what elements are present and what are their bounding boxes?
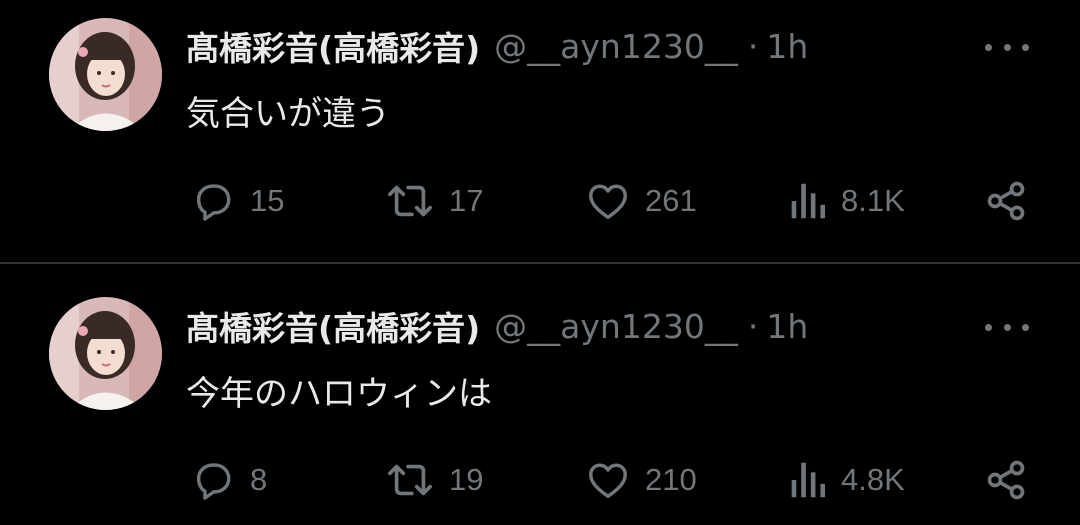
retweet-count: 17 <box>449 183 484 218</box>
author-name[interactable]: 髙橋彩音(高橋彩音) <box>186 22 480 70</box>
avatar[interactable] <box>49 297 162 410</box>
share-icon <box>987 460 1025 500</box>
author-handle[interactable]: @__ayn1230__ <box>494 307 738 346</box>
reply-count: 8 <box>250 462 268 497</box>
share-button[interactable] <box>984 176 1028 226</box>
timestamp[interactable]: 1h <box>766 307 808 346</box>
reply-icon <box>196 184 231 221</box>
separator-dot: · <box>747 26 759 66</box>
avatar-image <box>49 18 162 131</box>
share-icon <box>987 181 1025 221</box>
more-icon[interactable] <box>985 37 1029 57</box>
tweet-header: 髙橋彩音(高橋彩音) @__ayn1230__ · 1h <box>186 298 808 354</box>
like-icon <box>589 463 627 499</box>
author-name[interactable]: 髙橋彩音(高橋彩音) <box>186 302 480 350</box>
tweet-text: 今年のハロウィンは <box>186 374 492 414</box>
action-bar: 8 19 210 4.8K <box>0 455 1080 505</box>
retweet-icon <box>388 185 432 217</box>
like-count: 261 <box>645 183 697 218</box>
avatar-image <box>49 297 162 410</box>
reply-button[interactable]: 15 <box>190 176 284 226</box>
retweet-button[interactable]: 17 <box>385 176 483 226</box>
like-icon <box>589 184 627 220</box>
view-count: 4.8K <box>841 462 905 497</box>
tweet[interactable]: 髙橋彩音(高橋彩音) @__ayn1230__ · 1h 今年のハロウィンは 8… <box>0 264 1080 525</box>
more-icon[interactable] <box>985 317 1029 337</box>
views-button[interactable]: 8.1K <box>787 176 905 226</box>
retweet-count: 19 <box>449 462 484 497</box>
views-icon <box>791 183 826 219</box>
retweet-icon <box>388 464 432 496</box>
view-count: 8.1K <box>841 183 905 218</box>
author-handle[interactable]: @__ayn1230__ <box>494 27 738 66</box>
separator-dot: · <box>747 306 759 346</box>
reply-icon <box>196 463 231 500</box>
like-button[interactable]: 261 <box>585 176 697 226</box>
reply-count: 15 <box>250 183 285 218</box>
share-button[interactable] <box>984 455 1028 505</box>
views-icon <box>791 462 826 498</box>
like-button[interactable]: 210 <box>585 455 697 505</box>
reply-button[interactable]: 8 <box>190 455 267 505</box>
action-bar: 15 17 261 8.1K <box>0 176 1080 226</box>
views-button[interactable]: 4.8K <box>787 455 905 505</box>
tweet-text: 気合いが違う <box>186 94 390 134</box>
avatar[interactable] <box>49 18 162 131</box>
like-count: 210 <box>645 462 697 497</box>
tweet[interactable]: 髙橋彩音(高橋彩音) @__ayn1230__ · 1h 気合いが違う 15 1… <box>0 0 1080 262</box>
retweet-button[interactable]: 19 <box>385 455 483 505</box>
timestamp[interactable]: 1h <box>766 27 808 66</box>
tweet-header: 髙橋彩音(高橋彩音) @__ayn1230__ · 1h <box>186 18 808 74</box>
